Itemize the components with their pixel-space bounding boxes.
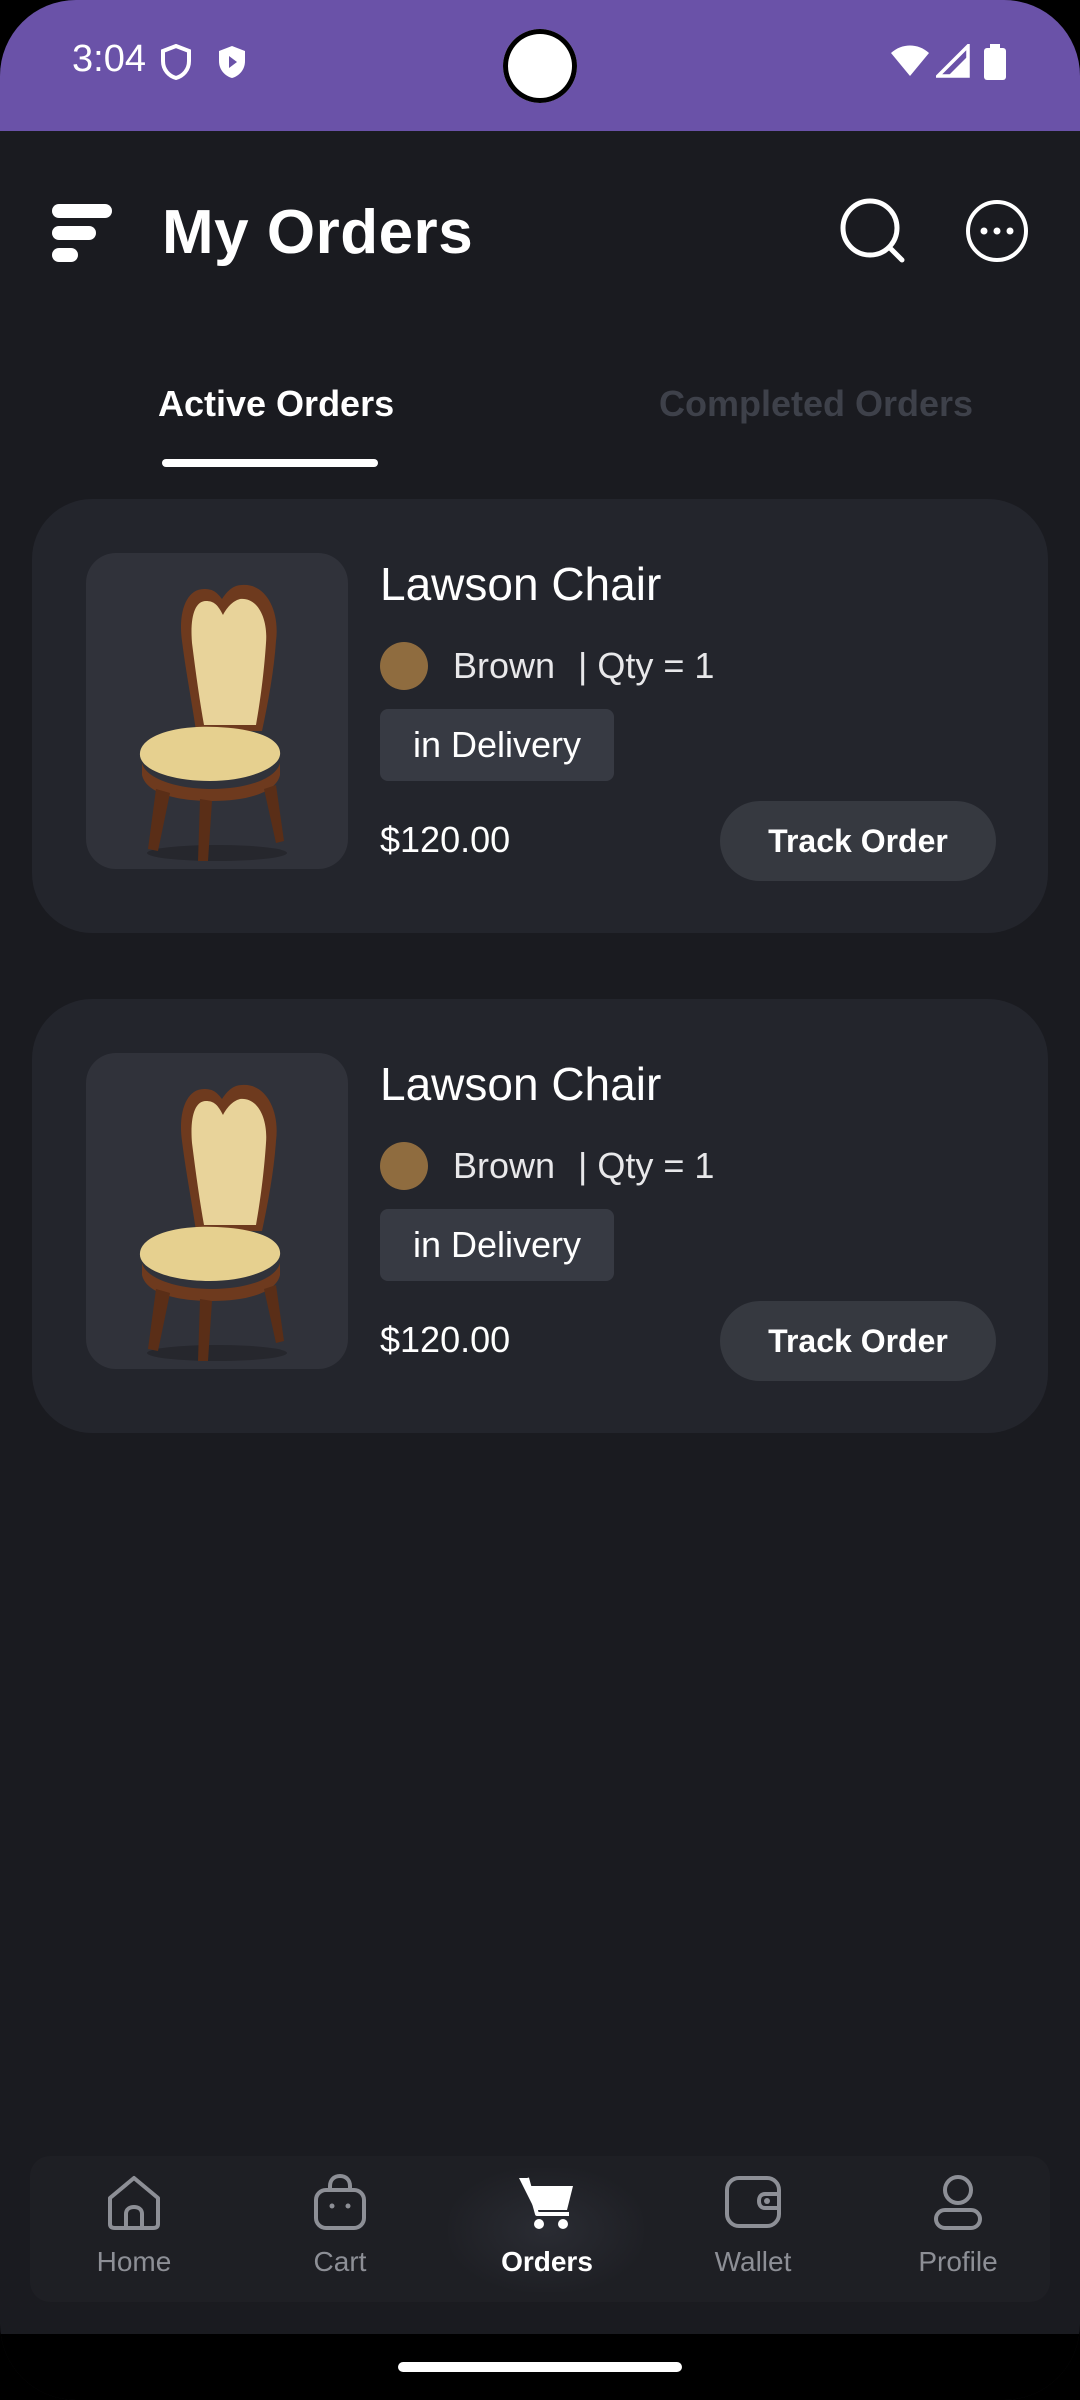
tab-completed-orders[interactable]: Completed Orders [659, 383, 973, 425]
shield-icon [161, 44, 191, 80]
cart-bag-icon [314, 2173, 366, 2230]
home-indicator[interactable] [398, 2362, 682, 2372]
wallet-icon [725, 2176, 781, 2228]
chair-illustration [139, 1084, 287, 1361]
more-options-icon[interactable] [962, 196, 1032, 266]
phone-screen: 3:04 My Orders Active Orders Completed O… [0, 0, 1080, 2400]
active-tab-indicator [162, 459, 378, 467]
order-price: $120.00 [380, 1319, 511, 1360]
nav-item-orders[interactable]: Orders [457, 2156, 637, 2302]
order-card[interactable]: Lawson Chair Brown | Qty = 1 in Delivery… [32, 499, 1048, 933]
app-logo-icon [52, 204, 112, 262]
battery-icon [984, 44, 1006, 80]
profile-icon [934, 2175, 982, 2230]
color-swatch [380, 642, 428, 690]
home-icon [108, 2176, 160, 2230]
track-order-button[interactable]: Track Order [720, 801, 996, 881]
variant-quantity: | Qty = 1 [578, 1145, 715, 1186]
status-time: 3:04 [72, 38, 146, 80]
wifi-icon [891, 45, 929, 76]
product-name: Lawson Chair [380, 1058, 662, 1110]
variant-color: Brown [453, 1145, 556, 1186]
search-icon[interactable] [838, 196, 908, 266]
nav-label: Home [96, 2246, 172, 2277]
nav-item-cart[interactable]: Cart [250, 2156, 430, 2302]
product-image [86, 1053, 348, 1369]
status-badge: in Delivery [380, 709, 614, 781]
page-title: My Orders [162, 198, 474, 267]
order-price: $120.00 [380, 819, 511, 860]
nav-label: Wallet [714, 2246, 792, 2277]
status-badge: in Delivery [380, 1209, 614, 1281]
color-swatch [380, 1142, 428, 1190]
chair-illustration [139, 584, 287, 861]
app-header: My Orders [0, 131, 1080, 331]
status-bar: 3:04 [0, 0, 1080, 131]
nav-item-home[interactable]: Home [44, 2156, 224, 2302]
nav-label: Cart [313, 2246, 367, 2277]
nav-item-profile[interactable]: Profile [868, 2156, 1048, 2302]
shopping-cart-icon [519, 2177, 573, 2229]
track-order-button[interactable]: Track Order [720, 1301, 996, 1381]
cellular-signal-icon [936, 44, 970, 78]
nav-item-wallet[interactable]: Wallet [663, 2156, 843, 2302]
nav-label: Orders [501, 2246, 593, 2277]
tab-active-orders[interactable]: Active Orders [158, 383, 394, 425]
variant-color: Brown [453, 645, 556, 686]
product-name: Lawson Chair [380, 558, 662, 610]
nav-label: Profile [918, 2246, 998, 2277]
order-card[interactable]: Lawson Chair Brown | Qty = 1 in Delivery… [32, 999, 1048, 1433]
play-protect-icon [219, 46, 245, 78]
product-image [86, 553, 348, 869]
front-camera [503, 29, 577, 103]
bottom-navigation: Home Cart Orders Wallet Profile [30, 2156, 1050, 2302]
variant-quantity: | Qty = 1 [578, 645, 715, 686]
